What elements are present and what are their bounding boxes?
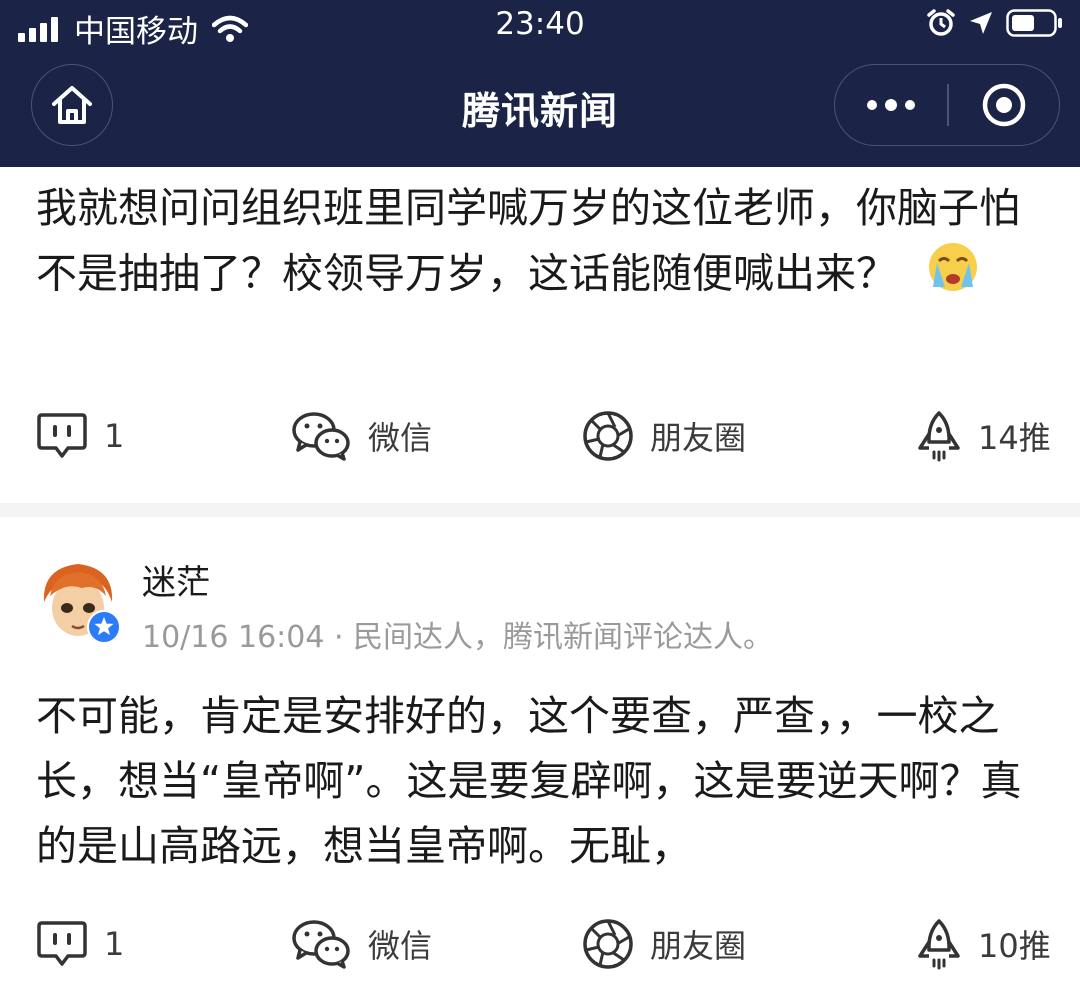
rocket-icon [918, 411, 960, 462]
location-arrow-icon [970, 12, 992, 34]
status-right [914, 8, 1064, 38]
more-button[interactable] [835, 65, 947, 145]
comment-separator [0, 503, 1080, 517]
comment-bubble-icon [37, 413, 87, 458]
reply-button[interactable]: 1 [36, 914, 124, 974]
wechat-icon [292, 412, 350, 461]
share-moments-button[interactable]: 朋友圈 [582, 914, 746, 974]
comment-actions: 1 微信 朋友圈 10推 [0, 914, 1080, 974]
target-circle-icon [982, 83, 1025, 127]
comment-bubble-icon [37, 921, 87, 966]
wechat-icon [292, 920, 350, 969]
reply-count: 1 [104, 417, 125, 455]
push-count: 14推 [978, 419, 1051, 457]
share-wechat-button[interactable]: 微信 [290, 406, 432, 466]
moments-aperture-icon [583, 411, 633, 461]
rocket-icon [918, 919, 960, 970]
moments-label: 朋友圈 [650, 419, 747, 457]
push-count: 10推 [978, 927, 1051, 965]
comment-actions: 1 微信 朋友圈 14推 [0, 406, 1080, 466]
close-mini-program-button[interactable] [949, 65, 1060, 145]
push-button[interactable]: 14推 [916, 406, 1051, 466]
comment-text: 我就想问问组织班里同学喊万岁的这位老师，你脑子怕不是抽抽了？校领导万岁，这话能随… [36, 176, 1036, 312]
comment-text: 不可能，肯定是安排好的，这个要查，严查，，一校之长，想当“皇帝啊”。这是要复辟啊… [36, 684, 1036, 879]
crying-face-emoji [927, 241, 979, 312]
push-button[interactable]: 10推 [916, 914, 1051, 974]
mini-program-capsule [834, 64, 1060, 146]
wechat-label: 微信 [368, 419, 433, 457]
comment-body: 我就想问问组织班里同学喊万岁的这位老师，你脑子怕不是抽抽了？校领导万岁，这话能随… [36, 184, 1020, 298]
app-header: 中国移动 23:40 腾讯新闻 [0, 0, 1080, 167]
username[interactable]: 迷茫 [142, 555, 210, 604]
wechat-label: 微信 [368, 927, 433, 965]
comment-body: 不可能，肯定是安排好的，这个要查，严查，，一校之长，想当“皇帝啊”。这是要复辟啊… [36, 692, 1022, 870]
battery-icon [1006, 9, 1062, 37]
verified-star-badge-icon [87, 610, 121, 644]
reply-button[interactable]: 1 [36, 406, 124, 466]
moments-aperture-icon [583, 919, 633, 969]
alarm-icon [927, 9, 955, 36]
share-moments-button[interactable]: 朋友圈 [582, 406, 746, 466]
more-dots-icon [867, 99, 915, 111]
status-bar: 中国移动 23:40 [0, 0, 1080, 52]
comment-meta: 10/16 16:04 · 民间达人，腾讯新闻评论达人。 [142, 620, 774, 655]
moments-label: 朋友圈 [650, 927, 747, 965]
reply-count: 1 [104, 925, 125, 963]
share-wechat-button[interactable]: 微信 [290, 914, 432, 974]
